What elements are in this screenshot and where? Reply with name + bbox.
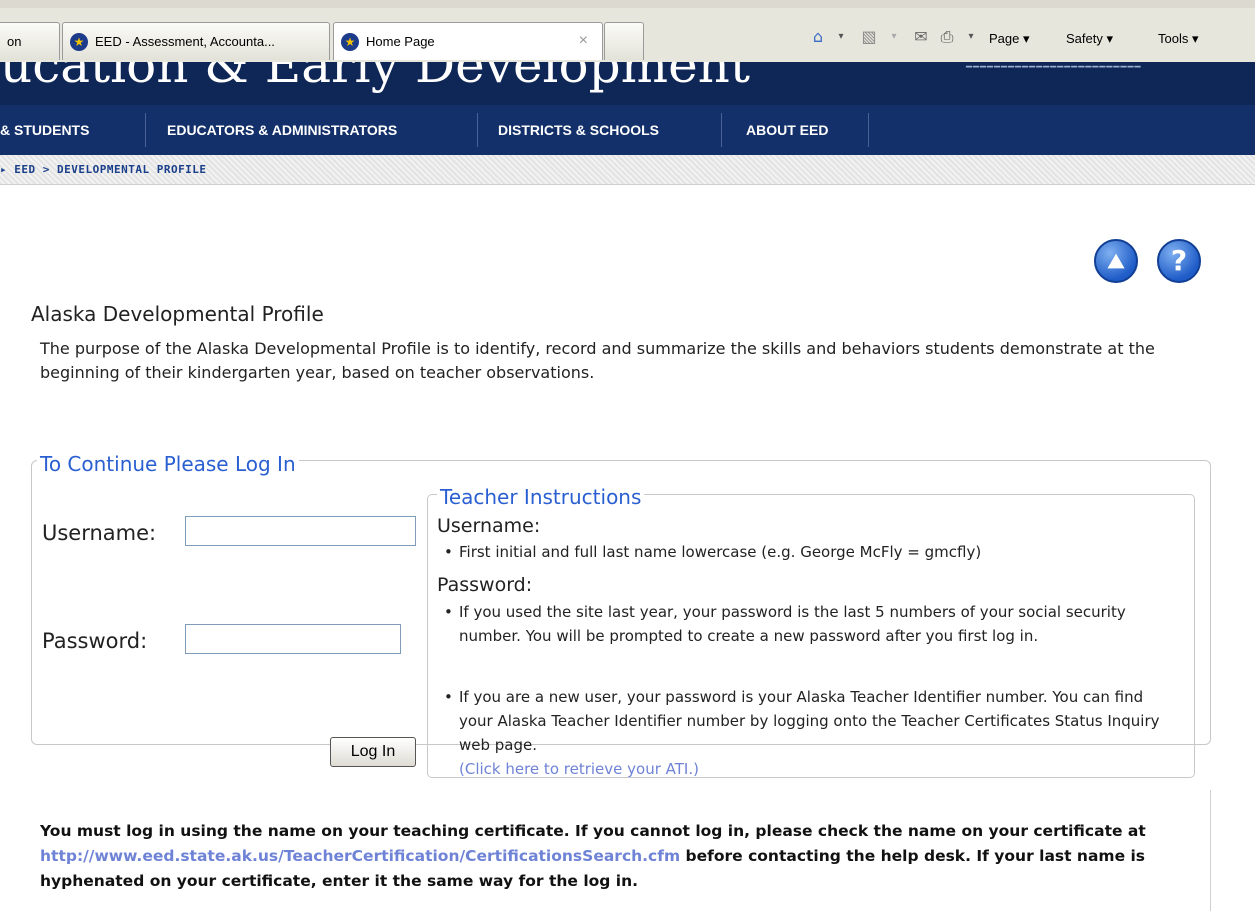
page-menu[interactable]: Page ▾ [989, 31, 1030, 47]
nav-item-educators-administrators[interactable]: EDUCATORS & ADMINISTRATORS [167, 122, 397, 138]
nav-separator [145, 113, 146, 147]
purpose-text: The purpose of the Alaska Developmental … [40, 339, 1155, 382]
rss-feed-icon[interactable]: ▧ [858, 26, 880, 48]
username-input[interactable] [185, 516, 416, 546]
password-instruction-new: • If you are a new user, your password i… [444, 685, 1181, 781]
instructions-legend: Teacher Instructions [437, 485, 645, 509]
password-label: Password: [42, 629, 148, 653]
print-dropdown-icon[interactable]: ▾ [960, 26, 982, 48]
header-links[interactable]: ━━━━━━━━━━━━━━━━━━━━━━━━━ [966, 62, 1142, 73]
notice-text-1: You must log in using the name on your t… [40, 822, 1146, 840]
browser-menu-strip [0, 0, 1255, 8]
nav-separator [721, 113, 722, 147]
password-instruction-returning: • If you used the site last year, your p… [444, 600, 1181, 648]
breadcrumb-bar: ▸ EED > DEVELOPMENTAL PROFILE [0, 155, 1255, 185]
browser-tab-home-page[interactable]: ★ Home Page × [333, 22, 603, 60]
bullet-icon: • [444, 603, 453, 621]
retrieve-ati-link[interactable]: (Click here to retrieve your ATI.) [459, 760, 699, 778]
tools-menu[interactable]: Tools ▾ [1158, 31, 1199, 47]
login-notice: You must log in using the name on your t… [40, 819, 1235, 894]
page-title: Alaska Developmental Profile [31, 302, 324, 326]
rss-dropdown-icon[interactable]: ▾ [883, 26, 905, 48]
browser-tab-eed-assessment[interactable]: ★ EED - Assessment, Accounta... [62, 22, 330, 60]
username-label: Username: [42, 521, 157, 545]
safety-menu[interactable]: Safety ▾ [1066, 31, 1113, 47]
tab-label: on [7, 34, 22, 49]
site-banner: ucation & Early Development ━━━━━━━━━━━━… [0, 62, 1255, 105]
home-dropdown-icon[interactable]: ▾ [830, 26, 852, 48]
content-border [1210, 790, 1211, 911]
certification-search-link[interactable]: http://www.eed.state.ak.us/TeacherCertif… [40, 847, 680, 865]
tab-label: EED - Assessment, Accounta... [95, 34, 275, 49]
username-instruction-text: First initial and full last name lowerca… [459, 543, 982, 561]
username-heading: Username: [437, 515, 541, 537]
home-icon[interactable]: ⌂ [807, 26, 829, 48]
alaska-map-icon[interactable]: ⛰ [1094, 239, 1138, 283]
password-input[interactable] [185, 624, 401, 654]
new-tab-button[interactable] [604, 22, 644, 60]
password-heading: Password: [437, 574, 533, 596]
username-instruction: • First initial and full last name lower… [444, 540, 1179, 564]
log-in-button[interactable]: Log In [330, 737, 416, 767]
password-instruction-returning-text: If you used the site last year, your pas… [459, 603, 1126, 645]
password-instruction-new-text: If you are a new user, your password is … [459, 688, 1160, 754]
alaska-seal-icon: ★ [341, 33, 359, 51]
nav-separator [477, 113, 478, 147]
bullet-icon: • [444, 688, 453, 706]
help-icon[interactable]: ? [1157, 239, 1201, 283]
main-nav: & STUDENTS EDUCATORS & ADMINISTRATORS DI… [0, 105, 1255, 155]
site-title[interactable]: ucation & Early Development [0, 62, 750, 94]
nav-item-students[interactable]: & STUDENTS [0, 122, 89, 138]
nav-item-about-eed[interactable]: ABOUT EED [746, 122, 828, 138]
browser-tab-1[interactable]: on [0, 22, 60, 60]
login-legend: To Continue Please Log In [37, 452, 299, 476]
alaska-seal-icon: ★ [70, 33, 88, 51]
nav-separator [868, 113, 869, 147]
close-tab-icon[interactable]: × [579, 32, 588, 50]
print-icon[interactable]: ⎙ [936, 26, 958, 48]
breadcrumb[interactable]: ▸ EED > DEVELOPMENTAL PROFILE [0, 163, 207, 176]
read-mail-icon[interactable]: ✉ [910, 26, 932, 48]
bullet-icon: • [444, 543, 453, 561]
tab-label: Home Page [366, 34, 435, 49]
nav-item-districts-schools[interactable]: DISTRICTS & SCHOOLS [498, 122, 659, 138]
